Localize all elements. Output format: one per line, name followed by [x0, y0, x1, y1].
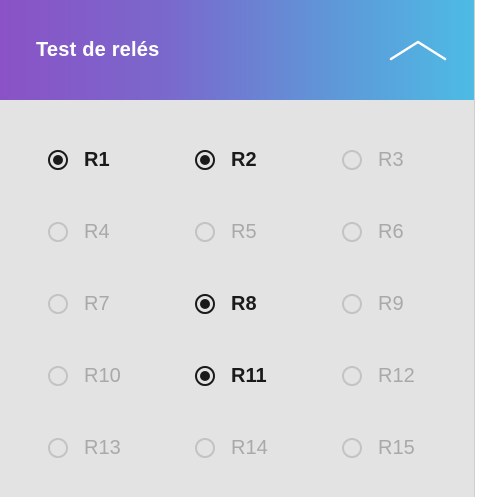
chevron-up-icon	[389, 40, 447, 61]
relay-label: R6	[378, 220, 404, 243]
relay-option-r15[interactable]: R15	[342, 420, 468, 476]
radio-dot	[53, 155, 63, 165]
relay-option-r12[interactable]: R12	[342, 348, 468, 404]
radio-button[interactable]	[48, 222, 68, 242]
collapse-button[interactable]	[386, 30, 450, 70]
relay-test-panel: Test de relés R1 R2 R3 R4 R5 R6 R7 R8 R9 R10 R11 R1…	[0, 0, 475, 497]
relay-option-r1[interactable]: R1	[48, 132, 195, 188]
relay-label: R11	[231, 364, 267, 387]
relay-label: R4	[84, 220, 110, 243]
relay-option-r14[interactable]: R14	[195, 420, 342, 476]
relay-label: R13	[84, 436, 121, 459]
radio-button[interactable]	[342, 438, 362, 458]
relay-label: R1	[84, 148, 110, 171]
relay-label: R14	[231, 436, 268, 459]
relay-option-r6[interactable]: R6	[342, 204, 468, 260]
relay-option-r13[interactable]: R13	[48, 420, 195, 476]
panel-header: Test de relés	[0, 0, 474, 100]
radio-button[interactable]	[48, 294, 68, 314]
relay-option-r5[interactable]: R5	[195, 204, 342, 260]
radio-button[interactable]	[48, 438, 68, 458]
radio-dot	[200, 371, 210, 381]
radio-button[interactable]	[195, 438, 215, 458]
relay-option-r4[interactable]: R4	[48, 204, 195, 260]
relay-label: R15	[378, 436, 415, 459]
radio-button[interactable]	[342, 222, 362, 242]
relay-label: R9	[378, 292, 404, 315]
relay-label: R3	[378, 148, 404, 171]
radio-button[interactable]	[342, 294, 362, 314]
relay-option-r3[interactable]: R3	[342, 132, 468, 188]
relay-grid: R1 R2 R3 R4 R5 R6 R7 R8 R9 R10 R11 R12 R13 R14 R15	[48, 132, 468, 492]
radio-button[interactable]	[342, 150, 362, 170]
relay-label: R10	[84, 364, 121, 387]
radio-button[interactable]	[48, 366, 68, 386]
relay-option-r7[interactable]: R7	[48, 276, 195, 332]
radio-button[interactable]	[195, 294, 215, 314]
relay-label: R8	[231, 292, 257, 315]
panel-title: Test de relés	[36, 38, 160, 61]
relay-option-r11[interactable]: R11	[195, 348, 342, 404]
relay-option-r8[interactable]: R8	[195, 276, 342, 332]
radio-button[interactable]	[195, 222, 215, 242]
radio-button[interactable]	[195, 366, 215, 386]
radio-button[interactable]	[48, 150, 68, 170]
radio-dot	[200, 155, 210, 165]
relay-label: R7	[84, 292, 110, 315]
relay-option-r10[interactable]: R10	[48, 348, 195, 404]
relay-label: R2	[231, 148, 257, 171]
relay-label: R12	[378, 364, 415, 387]
relay-label: R5	[231, 220, 257, 243]
radio-dot	[200, 299, 210, 309]
relay-option-r9[interactable]: R9	[342, 276, 468, 332]
relay-option-r2[interactable]: R2	[195, 132, 342, 188]
radio-button[interactable]	[195, 150, 215, 170]
radio-button[interactable]	[342, 366, 362, 386]
